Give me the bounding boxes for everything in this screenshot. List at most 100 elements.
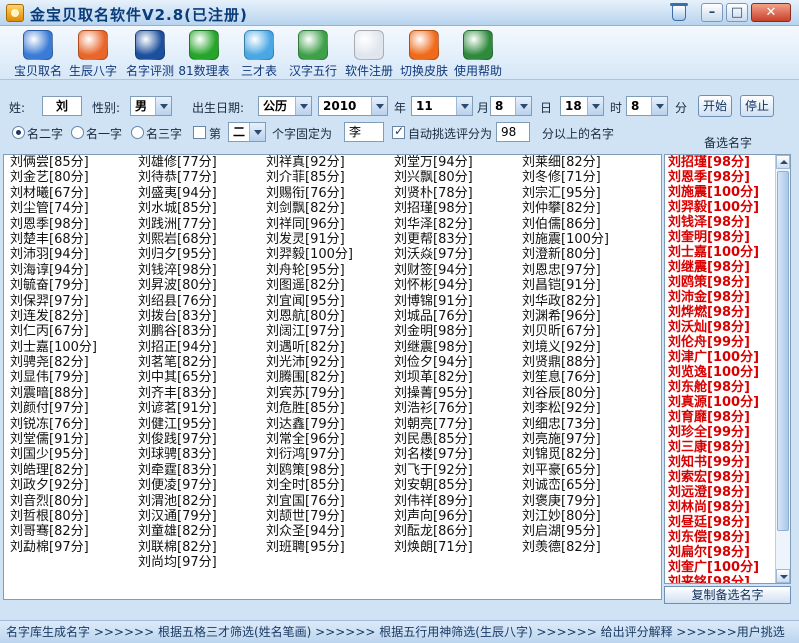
name-entry[interactable]: 刘平豪[65分]	[522, 463, 609, 478]
toolbar-button-8[interactable]: 使用帮助	[452, 28, 504, 78]
name-entry[interactable]: 刘华泽[82分]	[394, 217, 473, 232]
name-entry[interactable]: 刘怀彬[94分]	[394, 278, 473, 293]
candidate-name[interactable]: 刘烨燃[98分]	[665, 305, 790, 320]
year-select[interactable]: 2010	[318, 96, 388, 116]
name-entry[interactable]: 刘沃焱[97分]	[394, 247, 473, 262]
name-entry[interactable]: 刘皓理[82分]	[10, 463, 97, 478]
name-entry[interactable]: 刘俩尝[85分]	[10, 155, 97, 170]
name-entry[interactable]: 刘常全[96分]	[266, 432, 353, 447]
name-entry[interactable]: 刘颜付[97分]	[10, 401, 97, 416]
name-entry[interactable]: 刘待恭[77分]	[138, 170, 217, 185]
candidate-name[interactable]: 刘士嘉[100分]	[665, 245, 790, 260]
name-entry[interactable]: 刘发灵[91分]	[266, 232, 353, 247]
name-entry[interactable]: 刘健江[95分]	[138, 417, 217, 432]
name-entry[interactable]: 刘李松[92分]	[522, 401, 609, 416]
name-entry[interactable]: 刘保羿[97分]	[10, 294, 97, 309]
name-entry[interactable]: 刘宾苏[79分]	[266, 386, 353, 401]
name-entry[interactable]: 刘连发[82分]	[10, 309, 97, 324]
name-entry[interactable]: 刘博锦[91分]	[394, 294, 473, 309]
candidate-name[interactable]: 刘羿毅[100分]	[665, 200, 790, 215]
toolbar-button-1[interactable]: 生辰八字	[67, 28, 119, 78]
name-entry[interactable]: 刘童雄[82分]	[138, 524, 217, 539]
candidate-name[interactable]: 刘津广[100分]	[665, 350, 790, 365]
name-entry[interactable]: 刘鹏谷[83分]	[138, 324, 217, 339]
name-entry[interactable]: 刘尚均[97分]	[138, 555, 217, 570]
name-entry[interactable]: 刘招正[94分]	[138, 340, 217, 355]
name-entry[interactable]: 刘政夕[92分]	[10, 478, 97, 493]
candidate-name[interactable]: 刘奎广[100分]	[665, 560, 790, 575]
name-entry[interactable]: 刘球骋[83分]	[138, 447, 217, 462]
copy-candidates-button[interactable]: 复制备选名字	[664, 586, 791, 604]
name-entry[interactable]: 刘宜闻[95分]	[266, 294, 353, 309]
candidate-name[interactable]: 刘钱泽[98分]	[665, 215, 790, 230]
name-entry[interactable]: 刘堂儒[91分]	[10, 432, 97, 447]
name-entry[interactable]: 刘飞于[92分]	[394, 463, 473, 478]
name-entry[interactable]: 刘阔江[97分]	[266, 324, 353, 339]
name-entry[interactable]: 刘民愚[85分]	[394, 432, 473, 447]
name-entry[interactable]: 刘汉通[79分]	[138, 509, 217, 524]
name-entry[interactable]: 刘达鑫[79分]	[266, 417, 353, 432]
candidate-name[interactable]: 刘东舱[98分]	[665, 380, 790, 395]
candidate-name[interactable]: 刘昼廷[98分]	[665, 515, 790, 530]
minute-select[interactable]: 8	[626, 96, 668, 116]
name-entry[interactable]: 刘楚丰[68分]	[10, 232, 97, 247]
name-entry[interactable]: 刘焕朗[71分]	[394, 540, 473, 555]
candidate-name[interactable]: 刘览逸[100分]	[665, 365, 790, 380]
minimize-button[interactable]: –	[701, 3, 723, 22]
name-entry[interactable]: 刘尘管[74分]	[10, 201, 97, 216]
name-entry[interactable]: 刘祥真[92分]	[266, 155, 353, 170]
name-entry[interactable]: 刘贤鼎[88分]	[522, 355, 609, 370]
candidate-name[interactable]: 刘沃灿[98分]	[665, 320, 790, 335]
trash-icon[interactable]	[670, 3, 688, 21]
surname-input[interactable]: 刘	[42, 96, 82, 116]
name-entry[interactable]: 刘毓奋[79分]	[10, 278, 97, 293]
candidate-name[interactable]: 刘远澄[98分]	[665, 485, 790, 500]
candidate-name[interactable]: 刘奎明[98分]	[665, 230, 790, 245]
name-entry[interactable]: 刘贝昕[67分]	[522, 324, 609, 339]
name-entry[interactable]: 刘操菁[95分]	[394, 386, 473, 401]
name-entry[interactable]: 刘冬修[71分]	[522, 170, 609, 185]
candidate-name[interactable]: 刘招瑾[98分]	[665, 155, 790, 170]
scroll-down-icon[interactable]	[776, 569, 790, 583]
name-entry[interactable]: 刘衍鸿[97分]	[266, 447, 353, 462]
name-entry[interactable]: 刘践洲[77分]	[138, 217, 217, 232]
generated-names-list[interactable]: 刘俩尝[85分] 刘金艺[80分] 刘材曦[67分] 刘尘管[74分] 刘恩季[98分]…	[3, 154, 662, 600]
name-entry[interactable]: 刘危胜[85分]	[266, 401, 353, 416]
name-entry[interactable]: 刘海谆[94分]	[10, 263, 97, 278]
name-entry[interactable]: 刘俭夕[94分]	[394, 355, 473, 370]
name-entry[interactable]: 刘介菲[85分]	[266, 170, 353, 185]
radio-two-char[interactable]	[12, 126, 25, 139]
nth-select[interactable]: 二	[228, 122, 266, 142]
name-entry[interactable]: 刘澄新[80分]	[522, 247, 609, 262]
name-entry[interactable]: 刘音烈[80分]	[10, 494, 97, 509]
name-entry[interactable]: 刘贤朴[78分]	[394, 186, 473, 201]
day-select[interactable]: 8	[490, 96, 532, 116]
toolbar-button-4[interactable]: 三才表	[236, 28, 282, 78]
name-entry[interactable]: 刘浩衫[76分]	[394, 401, 473, 416]
name-entry[interactable]: 刘施震[100分]	[522, 232, 609, 247]
name-entry[interactable]: 刘名楼[97分]	[394, 447, 473, 462]
name-entry[interactable]: 刘启湖[95分]	[522, 524, 609, 539]
toolbar-button-7[interactable]: 切换皮肤	[398, 28, 450, 78]
name-entry[interactable]: 刘骋尧[82分]	[10, 355, 97, 370]
fix-char-checkbox[interactable]	[193, 126, 206, 139]
name-entry[interactable]: 刘褒庚[79分]	[522, 494, 609, 509]
candidate-name[interactable]: 刘真源[100分]	[665, 395, 790, 410]
name-entry[interactable]: 刘酝龙[86分]	[394, 524, 473, 539]
name-entry[interactable]: 刘国少[95分]	[10, 447, 97, 462]
auto-select-checkbox[interactable]	[392, 124, 405, 139]
radio-three-char[interactable]	[131, 126, 144, 139]
name-entry[interactable]: 刘羿毅[100分]	[266, 247, 353, 262]
name-entry[interactable]: 刘齐丰[83分]	[138, 386, 217, 401]
name-entry[interactable]: 刘舟轮[95分]	[266, 263, 353, 278]
month-select[interactable]: 11	[411, 96, 473, 116]
name-entry[interactable]: 刘谚茗[91分]	[138, 401, 217, 416]
toolbar-button-6[interactable]: 软件注册	[343, 28, 395, 78]
name-entry[interactable]: 刘细忠[73分]	[522, 417, 609, 432]
name-entry[interactable]: 刘哲根[80分]	[10, 509, 97, 524]
toolbar-button-5[interactable]: 汉字五行	[288, 28, 338, 78]
fixed-char-input[interactable]: 李	[344, 122, 384, 142]
name-entry[interactable]: 刘遇听[82分]	[266, 340, 353, 355]
candidate-name[interactable]: 刘育靡[98分]	[665, 410, 790, 425]
name-entry[interactable]: 刘牵霆[83分]	[138, 463, 217, 478]
